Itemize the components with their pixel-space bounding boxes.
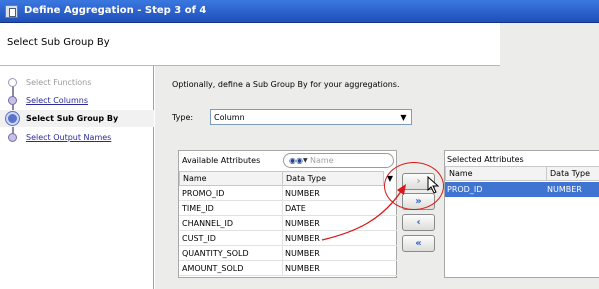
annotation-arrow — [321, 184, 406, 241]
mouse-cursor-icon — [427, 176, 440, 194]
